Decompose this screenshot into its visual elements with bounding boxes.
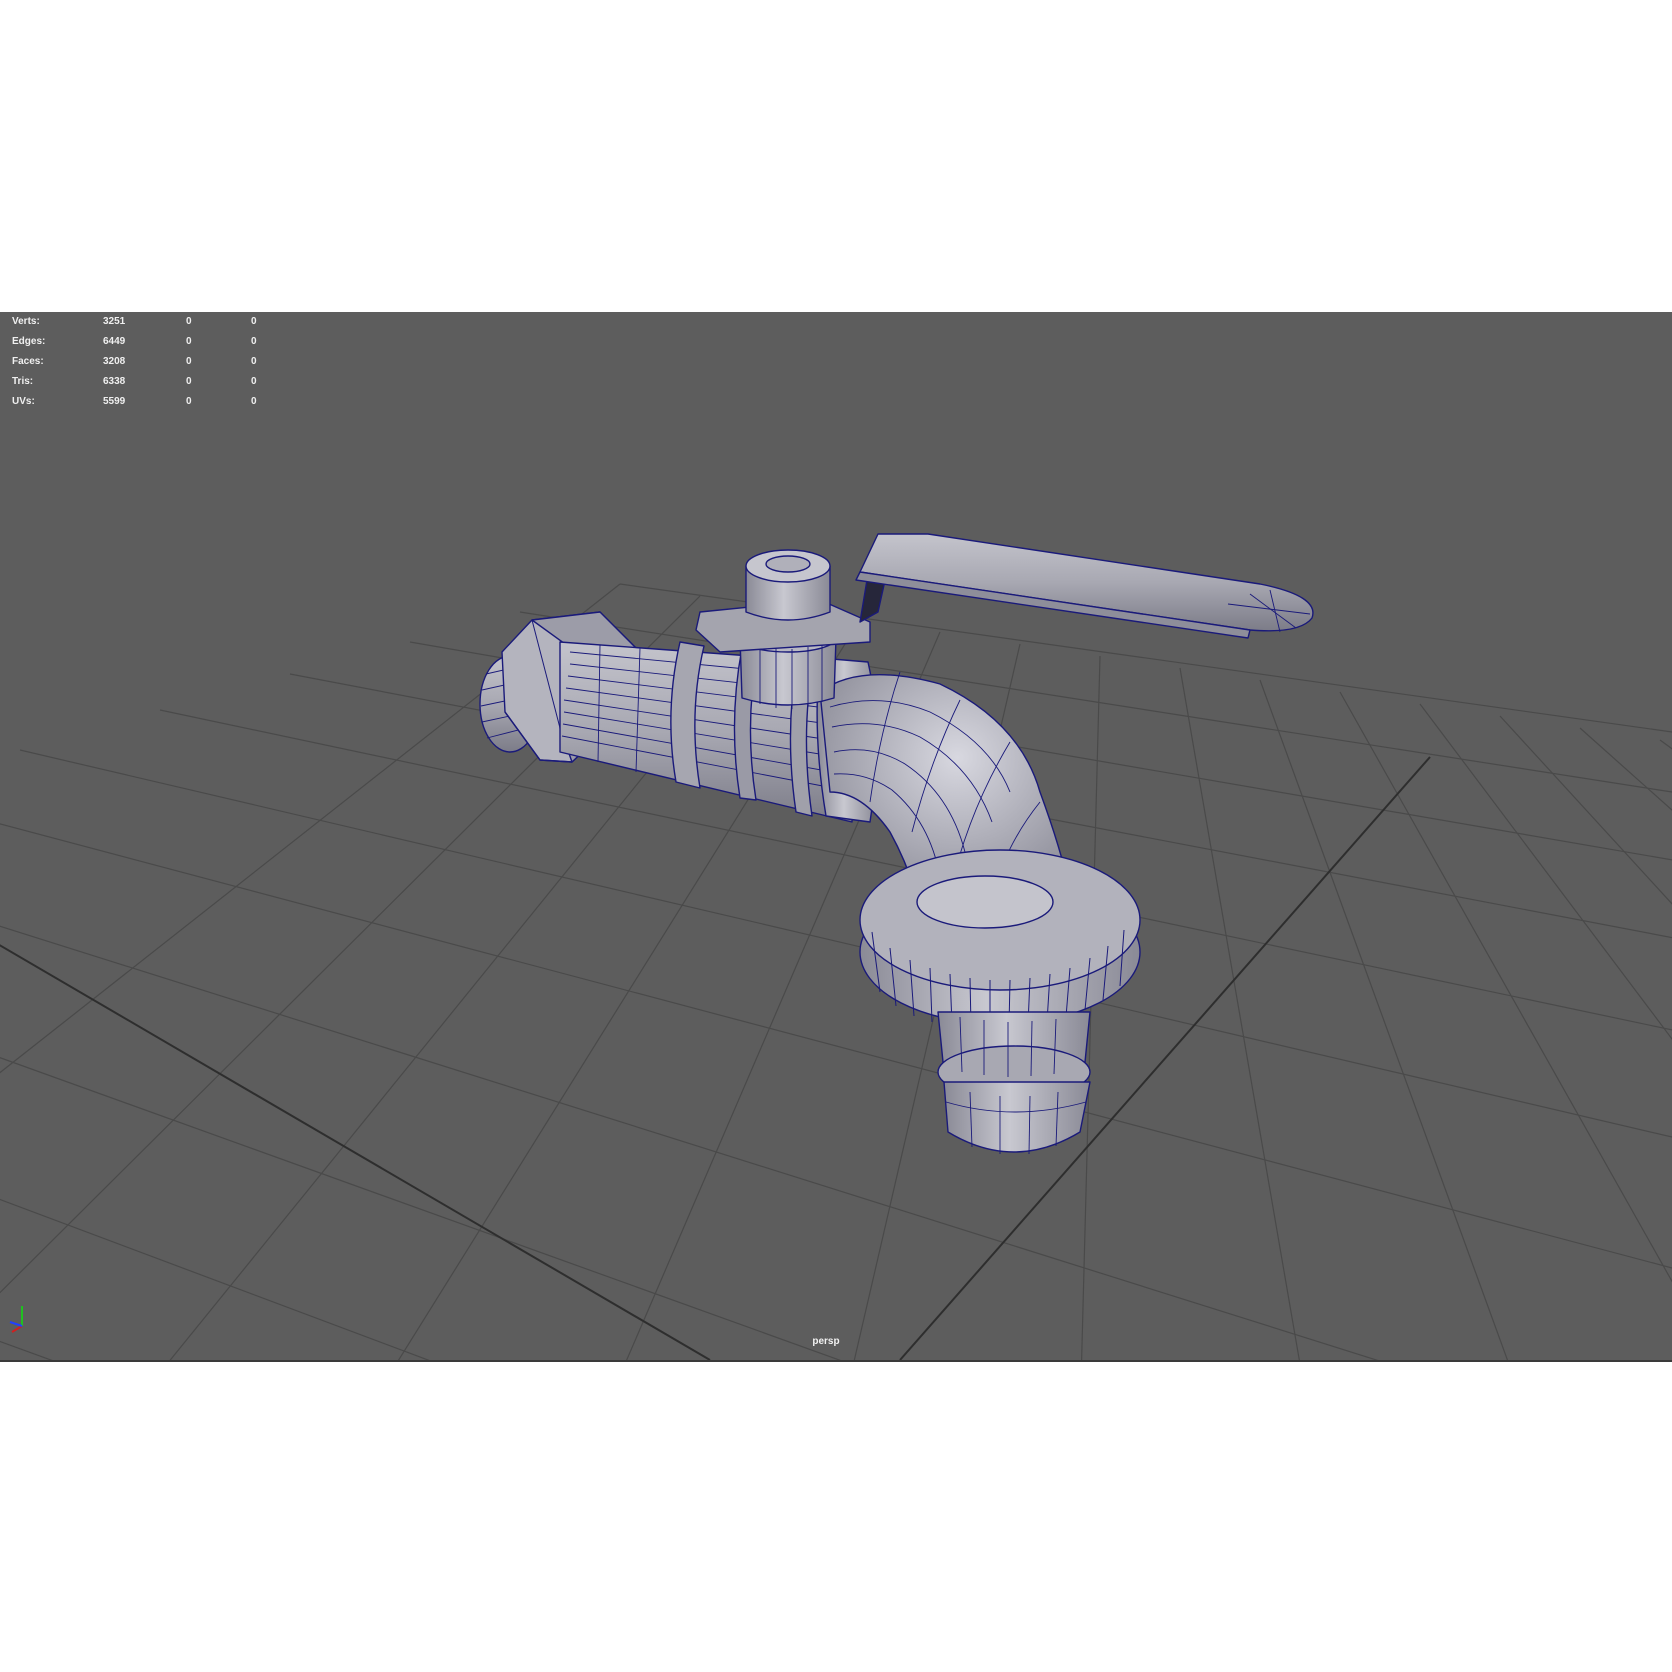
faucet-model[interactable]: [479, 533, 1314, 1155]
stat-value: 5599: [103, 396, 126, 407]
stat-value: 0: [251, 316, 257, 327]
stat-row-edges: Edges: 6449 0 0: [12, 332, 272, 352]
stat-value: 0: [186, 376, 192, 387]
grid-axis-lines: [0, 756, 1431, 1360]
stat-label: UVs:: [12, 396, 35, 407]
stat-value: 6338: [103, 376, 126, 387]
camera-name-label: persp: [812, 1336, 840, 1347]
stat-value: 0: [251, 376, 257, 387]
stat-row-tris: Tris: 6338 0 0: [12, 372, 272, 392]
stat-label: Verts:: [12, 316, 40, 327]
stat-value: 0: [186, 336, 192, 347]
stat-row-uvs: UVs: 5599 0 0: [12, 392, 272, 412]
stat-label: Faces:: [12, 356, 44, 367]
stat-value: 0: [251, 336, 257, 347]
stat-value: 3251: [103, 316, 126, 327]
stat-value: 0: [186, 316, 192, 327]
axis-gizmo-icon: [9, 1306, 23, 1333]
knurled-nut: [859, 849, 1141, 1027]
lever-handle: [855, 533, 1314, 639]
poly-count-hud: Verts: 3251 0 0 Edges: 6449 0 0 Faces: 3…: [12, 312, 272, 412]
hose-connector: [937, 1011, 1091, 1155]
stat-value: 0: [186, 356, 192, 367]
stat-value: 6449: [103, 336, 126, 347]
stat-label: Tris:: [12, 376, 34, 387]
stat-value: 0: [251, 356, 257, 367]
stat-label: Edges:: [12, 336, 46, 347]
stat-row-verts: Verts: 3251 0 0: [12, 312, 272, 332]
top-nut: [745, 549, 831, 621]
stat-value: 0: [186, 396, 192, 407]
stat-row-faces: Faces: 3208 0 0: [12, 352, 272, 372]
perspective-viewport[interactable]: Verts: 3251 0 0 Edges: 6449 0 0 Faces: 3…: [0, 312, 1672, 1362]
viewport-scene[interactable]: [0, 312, 1672, 1360]
stat-value: 3208: [103, 356, 126, 367]
stat-value: 0: [251, 396, 257, 407]
